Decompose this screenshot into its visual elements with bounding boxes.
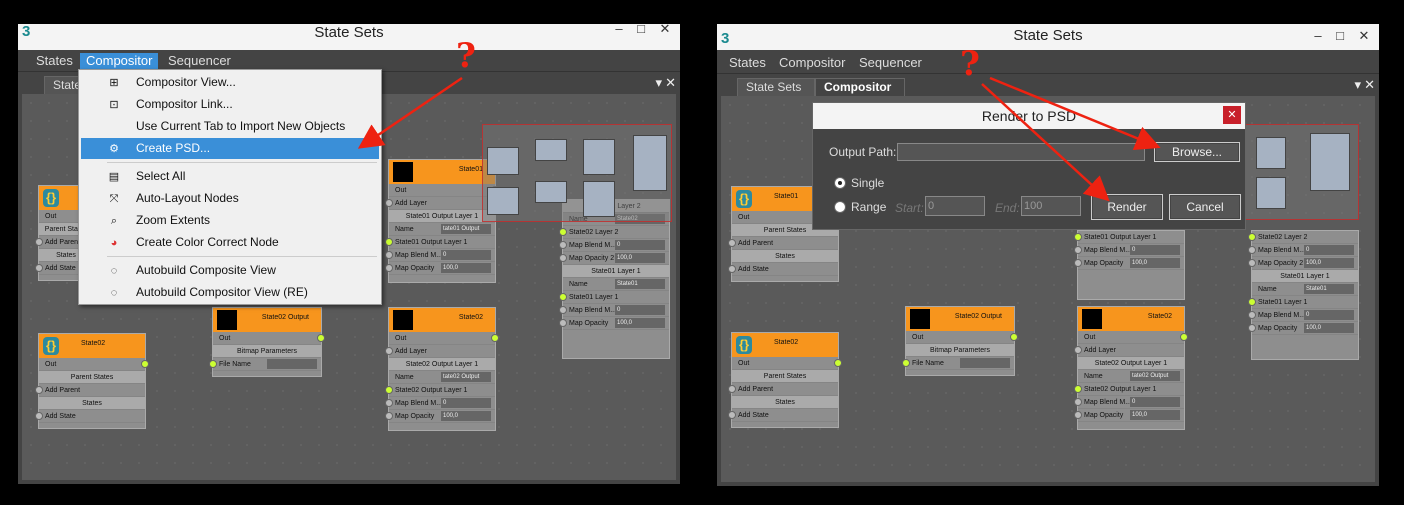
- compositor-view-icon: ⊞: [109, 77, 119, 89]
- state02-output-node[interactable]: State02 Output Out Bitmap Parameters Fil…: [902, 306, 1018, 376]
- tab-close-icon[interactable]: ✕: [1364, 77, 1375, 93]
- file-name-field[interactable]: [267, 359, 317, 369]
- close-icon[interactable]: ✕: [654, 20, 676, 38]
- state-node-icon: {}: [43, 337, 59, 355]
- output-path-label: Output Path:: [829, 145, 897, 159]
- annotation-question-right: ?: [960, 44, 980, 84]
- compositor-link-icon: ⊡: [109, 99, 119, 111]
- right-title-bar: 3 State Sets – □ ✕: [717, 24, 1379, 50]
- close-icon[interactable]: ✕: [1353, 24, 1375, 48]
- autobuild-re-icon: ◌: [110, 287, 118, 299]
- final-composite-node[interactable]: State02 Layer 2 Map Blend M... 0 Map Opac…: [1248, 230, 1359, 360]
- menu-item-compositor-link[interactable]: ⊡ Compositor Link...: [81, 94, 379, 115]
- maximize-icon[interactable]: □: [1329, 24, 1351, 48]
- single-radio[interactable]: [834, 177, 846, 189]
- end-input[interactable]: 100: [1021, 196, 1081, 216]
- menu-compositor[interactable]: Compositor: [773, 55, 851, 71]
- color-correct-icon: ◕: [110, 237, 118, 249]
- app-logo-icon: 3: [22, 23, 31, 40]
- state-node-icon: {}: [43, 189, 59, 207]
- browse-button[interactable]: Browse...: [1154, 142, 1240, 162]
- tab-state-sets-1[interactable]: State Sets 1: [737, 78, 815, 108]
- menu-item-compositor-view[interactable]: ⊞ Compositor View...: [81, 72, 379, 93]
- state-node-icon: {}: [736, 336, 752, 354]
- tab-dropdown-icon[interactable]: ▾: [655, 75, 662, 91]
- right-window: 3 State Sets – □ ✕ States Compositor Seq…: [717, 24, 1379, 486]
- create-psd-icon: ⚙: [109, 143, 119, 155]
- menu-item-color-correct[interactable]: ◕ Create Color Correct Node: [81, 232, 379, 253]
- cancel-button[interactable]: Cancel: [1169, 194, 1241, 220]
- render-button[interactable]: Render: [1091, 194, 1163, 220]
- state02-node[interactable]: {} State02 Out Parent States Add Parent S…: [728, 332, 842, 428]
- select-all-icon: ▤: [108, 171, 120, 183]
- menu-separator: [107, 256, 377, 257]
- state01-composite-node[interactable]: State01 Out Add Layer State01 Output Lay…: [385, 159, 499, 283]
- tab-compositor-1[interactable]: Compositor 1: [815, 78, 905, 108]
- compositor-menu: ⊞ Compositor View... ⊡ Compositor Link... …: [78, 69, 382, 305]
- left-title-bar: 3 State Sets – □ ✕: [18, 21, 680, 50]
- right-menu-bar: States Compositor Sequencer: [717, 52, 1379, 74]
- dialog-title-bar: Render to PSD ✕: [813, 103, 1245, 129]
- state02-composite-node[interactable]: State02 Out Add Layer State02 Output Lay…: [385, 307, 499, 431]
- menu-item-zoom-extents[interactable]: ⌕ Zoom Extents: [81, 210, 379, 231]
- menu-item-create-psd[interactable]: ⚙ Create PSD...: [81, 138, 379, 159]
- output-path-input[interactable]: [897, 143, 1145, 161]
- menu-item-auto-layout[interactable]: ⤧ Auto-Layout Nodes: [81, 188, 379, 209]
- render-to-psd-dialog: Render to PSD ✕ Output Path: Browse... S…: [812, 102, 1246, 230]
- auto-layout-icon: ⤧: [109, 193, 119, 205]
- minimize-icon[interactable]: –: [608, 20, 630, 38]
- app-logo-icon: 3: [721, 30, 730, 47]
- file-name-field[interactable]: [960, 358, 1010, 368]
- left-window: 3 State Sets – □ ✕ States Compositor Seq…: [18, 21, 680, 484]
- maximize-icon[interactable]: □: [630, 20, 652, 38]
- menu-sequencer[interactable]: Sequencer: [162, 53, 237, 69]
- menu-item-use-current-tab[interactable]: Use Current Tab to Import New Objects: [81, 116, 379, 137]
- state02-composite-node[interactable]: State02 Out Add Layer State02 Output Lay…: [1074, 306, 1188, 430]
- single-label: Single: [851, 176, 885, 190]
- right-tab-bar: State Sets 1 Compositor 1 ▾ ✕: [717, 74, 1379, 108]
- dialog-close-icon[interactable]: ✕: [1223, 106, 1241, 124]
- menu-item-autobuild-composite[interactable]: ◌ Autobuild Composite View: [81, 260, 379, 281]
- minimap[interactable]: [482, 124, 672, 222]
- minimap[interactable]: [1241, 124, 1359, 220]
- left-window-title: State Sets: [314, 24, 384, 41]
- end-label: End:: [995, 201, 1020, 215]
- state01-composite-node[interactable]: State01 Output Layer 1 Map Blend M... 0 M…: [1074, 230, 1185, 300]
- autobuild-icon: ◌: [110, 265, 118, 277]
- range-label: Range: [851, 200, 887, 214]
- start-label: Start:: [895, 201, 924, 215]
- zoom-extents-icon: ⌕: [110, 215, 118, 227]
- menu-states[interactable]: States: [723, 55, 772, 71]
- final-composite-node[interactable]: State01 Layer 2 Name State02 State02 Laye…: [559, 199, 670, 359]
- range-radio[interactable]: [834, 201, 846, 213]
- menu-sequencer[interactable]: Sequencer: [853, 55, 928, 71]
- menu-compositor[interactable]: Compositor: [80, 53, 159, 69]
- state02-output-node[interactable]: State02 Output Out Bitmap Parameters Fil…: [209, 307, 325, 377]
- annotation-question-left: ?: [456, 36, 476, 76]
- menu-separator: [107, 162, 377, 163]
- minimize-icon[interactable]: –: [1307, 24, 1329, 48]
- menu-item-autobuild-re[interactable]: ◌ Autobuild Compositor View (RE): [81, 282, 379, 303]
- tab-dropdown-icon[interactable]: ▾: [1354, 77, 1361, 93]
- dialog-title: Render to PSD: [981, 108, 1077, 124]
- start-input[interactable]: 0: [925, 196, 985, 216]
- state-node-icon: {}: [736, 190, 752, 208]
- tab-close-icon[interactable]: ✕: [665, 75, 676, 91]
- menu-item-select-all[interactable]: ▤ Select All: [81, 166, 379, 187]
- right-window-title: State Sets: [1013, 27, 1083, 44]
- menu-states[interactable]: States: [30, 53, 79, 69]
- state02-node[interactable]: {} State02 Out Parent States Add Parent S…: [35, 333, 149, 429]
